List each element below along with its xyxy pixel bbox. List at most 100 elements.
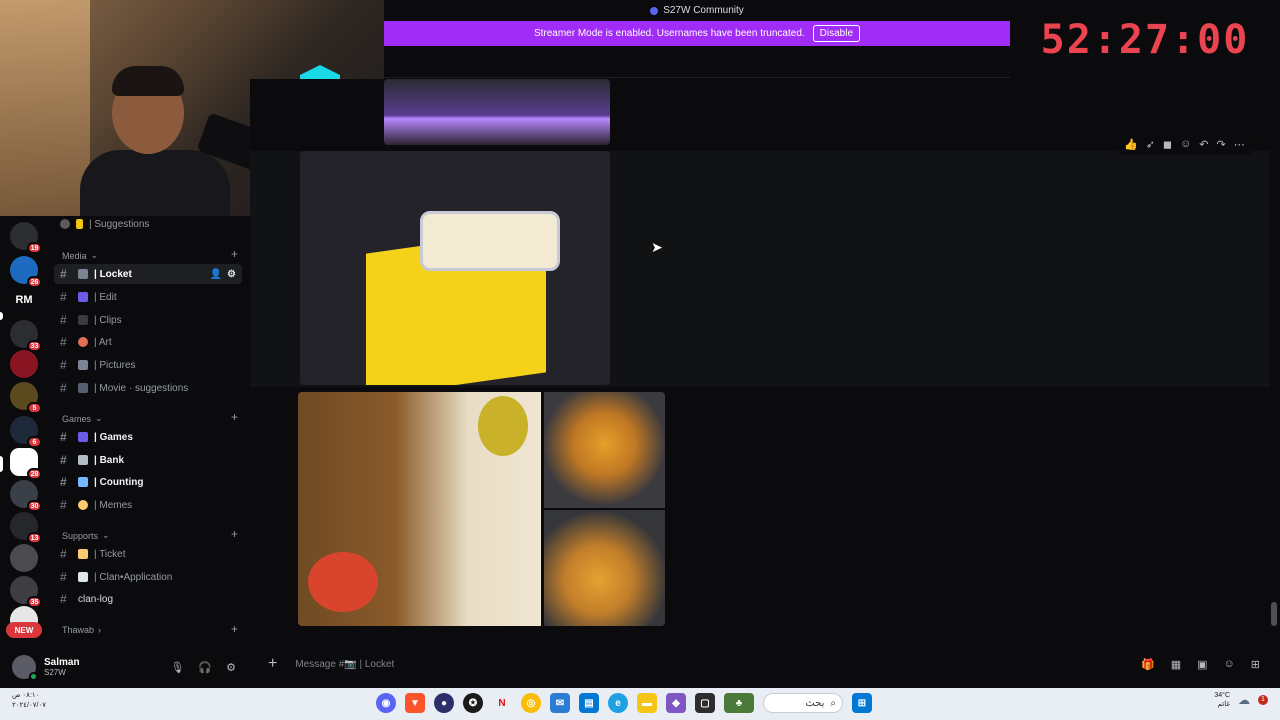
server-icon-9[interactable]: 30 <box>10 480 42 512</box>
server-icon-6[interactable]: 5 <box>10 382 42 414</box>
channel-clan-application[interactable]: # | Clan•Application <box>54 567 242 587</box>
thumbs-up-icon[interactable]: 👍 <box>1124 138 1138 151</box>
outlook-app-icon[interactable]: ✉ <box>550 693 570 713</box>
avatar[interactable] <box>12 655 38 681</box>
obs-app-icon[interactable]: ● <box>434 693 454 713</box>
channel-games[interactable]: # | Games <box>54 427 242 447</box>
server-badge: 30 <box>27 500 42 512</box>
server-icon-12[interactable]: 35 <box>10 576 42 608</box>
server-icon-s27w[interactable]: 28 <box>10 448 42 480</box>
server-icon-10[interactable]: 13 <box>10 512 42 544</box>
app-icon-11[interactable]: ◆ <box>666 693 686 713</box>
taskbar-clock[interactable]: ٠٨:١٠ ص ٢٠٢٤/٠٧/٠٧ <box>12 691 46 711</box>
widgets-icon[interactable]: ♣ <box>724 693 754 713</box>
title-bar: S27W Community <box>384 0 1010 21</box>
chevron-right-icon: › <box>98 625 102 635</box>
notification-badge[interactable]: 1 <box>1258 695 1268 706</box>
gear-icon[interactable]: ⚙ <box>226 661 236 674</box>
channel-movie-suggestions[interactable]: # | Movie · suggestions <box>54 378 242 398</box>
reaction-icon[interactable]: ➶ <box>1146 138 1155 151</box>
app-icon-12[interactable]: ▢ <box>695 693 715 713</box>
windows-start-icon[interactable]: ⊞ <box>852 693 872 713</box>
add-channel-icon[interactable]: + <box>231 247 238 261</box>
brave-app-icon[interactable]: ▼ <box>405 693 425 713</box>
sticker-icon[interactable]: ▣ <box>1197 658 1207 671</box>
message-composer[interactable]: + Message #📷 | Locket 🎁 ▦ ▣ ☺ ⊞ <box>258 650 1270 678</box>
server-icon-5[interactable] <box>10 350 38 378</box>
category-thawab[interactable]: Thawab › <box>62 625 101 635</box>
channel-locket[interactable]: # | Locket 👤 ⚙ <box>54 264 242 284</box>
avatar-reaction-icon[interactable]: ◼ <box>1163 138 1172 151</box>
category-supports[interactable]: Supports ⌄ <box>62 530 110 541</box>
attachment-food-image-2[interactable] <box>544 392 665 508</box>
server-icon-7[interactable]: 6 <box>10 416 42 448</box>
invite-icon[interactable]: 👤 <box>210 269 222 280</box>
emoji-icon[interactable]: ☺ <box>1224 658 1235 671</box>
apps-icon[interactable]: ⊞ <box>1251 658 1260 671</box>
add-channel-icon[interactable]: + <box>231 622 238 636</box>
channel-memes[interactable]: # | Memes <box>54 495 242 515</box>
mouse-cursor-icon: ➤ <box>651 239 663 255</box>
channel-clips[interactable]: # | Clips <box>54 310 242 330</box>
channel-art[interactable]: # | Art <box>54 332 242 352</box>
new-badge[interactable]: NEW <box>6 622 42 638</box>
server-badge: 5 <box>27 402 42 414</box>
attachment-keyboard-image[interactable] <box>384 79 610 145</box>
channel-clan-log[interactable]: # clan-log <box>54 589 242 609</box>
microphone-icon[interactable]: 🎙 <box>170 661 184 674</box>
add-channel-icon[interactable]: + <box>231 410 238 424</box>
file-explorer-icon[interactable]: ▬ <box>637 693 657 713</box>
gear-icon[interactable]: ⚙ <box>227 269 236 280</box>
bulb-icon <box>76 219 83 229</box>
category-media[interactable]: Media ⌄ <box>62 250 98 261</box>
netflix-app-icon[interactable]: N <box>492 693 512 713</box>
weather-widget[interactable]: 34°C غائم <box>1214 691 1230 709</box>
user-status: S27W <box>44 668 66 677</box>
attachment-ring-image[interactable] <box>300 151 610 385</box>
channel-label: | Bank <box>94 454 125 466</box>
gif-icon[interactable]: ▦ <box>1171 658 1181 671</box>
webcam-person-hair <box>112 66 184 96</box>
attachment-food-image-3[interactable] <box>544 510 665 626</box>
category-games[interactable]: Games ⌄ <box>62 413 103 424</box>
scrollbar-thumb[interactable] <box>1271 602 1277 626</box>
channel-ticket[interactable]: # | Ticket <box>54 544 242 564</box>
reply-icon[interactable]: ↶ <box>1199 138 1208 151</box>
app-icon-4[interactable]: ✪ <box>463 693 483 713</box>
store-app-icon[interactable]: ▤ <box>579 693 599 713</box>
taskbar-time: ٠٨:١٠ ص <box>12 692 40 699</box>
server-icon-1[interactable]: 19 <box>10 222 42 254</box>
channel-counting[interactable]: # | Counting <box>54 472 242 492</box>
server-icon-11[interactable] <box>10 544 38 572</box>
user-info[interactable]: Salman S27W <box>44 657 80 677</box>
channel-edit[interactable]: # | Edit <box>54 287 242 307</box>
channel-suggestions[interactable]: | Suggestions <box>54 214 242 234</box>
server-icon-rm[interactable]: RM <box>10 286 38 314</box>
gift-icon[interactable]: 🎁 <box>1141 658 1155 671</box>
chevron-down-icon: ⌄ <box>95 413 103 423</box>
cloud-icon: ☁ <box>1238 692 1250 707</box>
more-icon[interactable]: ⋯ <box>1234 138 1245 151</box>
headphones-icon[interactable]: 🎧 <box>198 661 212 674</box>
server-badge: 13 <box>27 532 42 544</box>
add-reaction-icon[interactable]: ☺ <box>1180 138 1191 150</box>
attachment-food-image-1[interactable] <box>298 392 541 626</box>
taskbar-search[interactable]: بحث ⌕ <box>763 693 843 713</box>
channel-label: | Locket <box>94 268 132 280</box>
composer-placeholder[interactable]: Message #📷 | Locket <box>295 659 394 670</box>
tomato-shape <box>308 552 378 612</box>
edge-app-icon[interactable]: e <box>608 693 628 713</box>
channel-bank[interactable]: # | Bank <box>54 450 242 470</box>
channel-pictures[interactable]: # | Pictures <box>54 355 242 375</box>
disable-button[interactable]: Disable <box>812 25 861 42</box>
server-icon-4[interactable]: 33 <box>10 320 42 352</box>
server-icon-2[interactable]: 26 <box>10 256 42 288</box>
form-icon <box>78 572 88 582</box>
forward-icon[interactable]: ↷ <box>1217 138 1226 151</box>
add-channel-icon[interactable]: + <box>231 527 238 541</box>
discord-app-icon[interactable]: ◉ <box>376 693 396 713</box>
server-label: RM <box>15 294 33 306</box>
channel-label: | Art <box>94 336 112 348</box>
attach-plus-icon[interactable]: + <box>268 655 277 673</box>
chrome-app-icon[interactable]: ◎ <box>521 693 541 713</box>
